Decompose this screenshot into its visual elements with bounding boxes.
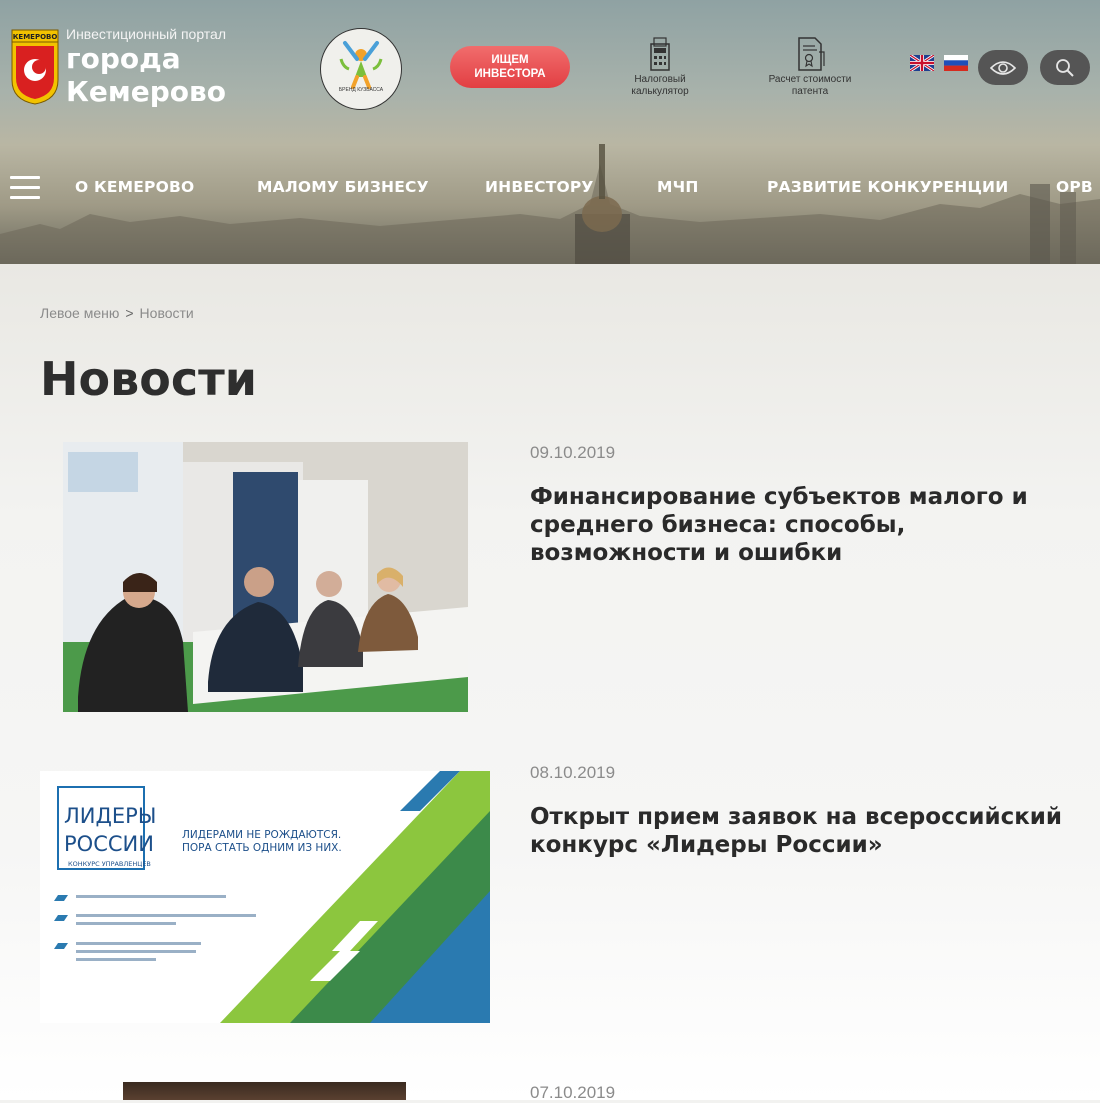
svg-text:КЕМЕРОВО: КЕМЕРОВО (13, 33, 58, 41)
russian-flag-icon[interactable] (944, 55, 968, 71)
news-image-leaders-of-russia[interactable]: ЛИДЕРЫ РОССИИ КОНКУРС УПРАВЛЕНЦЕВ ЛИДЕРА… (40, 771, 490, 1023)
eye-icon (990, 60, 1016, 75)
accessibility-view-button[interactable] (978, 50, 1028, 85)
patent-cost-label: Расчет стоимости патента (768, 74, 852, 97)
nav-item-mchp[interactable]: МЧП (657, 178, 699, 196)
patent-cost-link[interactable]: Расчет стоимости патента (760, 36, 860, 98)
breadcrumb-separator: > (125, 305, 134, 321)
tax-calculator-link[interactable]: Налоговый калькулятор (620, 36, 700, 98)
news-date: 07.10.2019 (530, 1083, 616, 1102)
brand-kuzbass-logo[interactable]: БРЕНД КУЗБАССА (320, 28, 402, 110)
news-image-conference[interactable] (63, 442, 468, 712)
looking-for-investor-button[interactable]: ИЩЕМ ИНВЕСТОРА (450, 46, 570, 88)
nav-item-competition[interactable]: РАЗВИТИЕ КОНКУРЕНЦИИ (767, 178, 1008, 196)
breadcrumb-current: Новости (139, 305, 194, 321)
svg-text:КОНКУРС УПРАВЛЕНЦЕВ: КОНКУРС УПРАВЛЕНЦЕВ (68, 860, 151, 868)
news-image-partial[interactable] (123, 1082, 406, 1100)
site-header: КЕМЕРОВО Инвестиционный портал города Ке… (0, 0, 1100, 264)
portal-subtitle: Инвестиционный портал (66, 26, 227, 42)
nav-item-orv[interactable]: ОРВ (1056, 178, 1093, 196)
search-icon (1056, 58, 1074, 77)
invest-button-label: ИЩЕМ ИНВЕСТОРА (474, 54, 546, 80)
nav-item-about-kemerovo[interactable]: О КЕМЕРОВО (75, 178, 194, 196)
breadcrumb: Левое меню > Новости (40, 305, 194, 321)
calculator-icon (650, 37, 670, 71)
patent-document-icon (798, 37, 825, 71)
news-date: 08.10.2019 (530, 763, 616, 782)
conference-photo (63, 442, 468, 712)
search-button[interactable] (1040, 50, 1090, 85)
leaders-banner: ЛИДЕРЫ РОССИИ КОНКУРС УПРАВЛЕНЦЕВ ЛИДЕРА… (40, 771, 490, 1023)
svg-text:РОССИИ: РОССИИ (64, 832, 154, 856)
svg-text:ЛИДЕРЫ: ЛИДЕРЫ (64, 804, 156, 828)
brand-figure-icon (339, 41, 383, 89)
page-title: Новости (40, 352, 257, 406)
brand-label: БРЕНД КУЗБАССА (338, 87, 384, 93)
news-title[interactable]: Финансирование субъектов малого и средне… (530, 483, 1070, 567)
city-skyline-background (0, 144, 1100, 264)
nav-item-small-business[interactable]: МАЛОМУ БИЗНЕСУ (257, 178, 429, 196)
portal-city-name[interactable]: города Кемерово (66, 42, 226, 108)
tax-calculator-label: Налоговый калькулятор (631, 74, 689, 97)
english-flag-icon[interactable] (910, 55, 934, 71)
main-navigation: О КЕМЕРОВО МАЛОМУ БИЗНЕСУ ИНВЕСТОРУ МЧП … (0, 178, 1100, 202)
news-date: 09.10.2019 (530, 443, 616, 462)
nav-item-investor[interactable]: ИНВЕСТОРУ (485, 178, 594, 196)
breadcrumb-left-menu[interactable]: Левое меню (40, 305, 119, 321)
kemerovo-coat-of-arms-logo[interactable]: КЕМЕРОВО (10, 28, 60, 106)
news-title[interactable]: Открыт прием заявок на всероссийский кон… (530, 803, 1070, 859)
portal-city-text: города Кемерово (66, 42, 226, 108)
